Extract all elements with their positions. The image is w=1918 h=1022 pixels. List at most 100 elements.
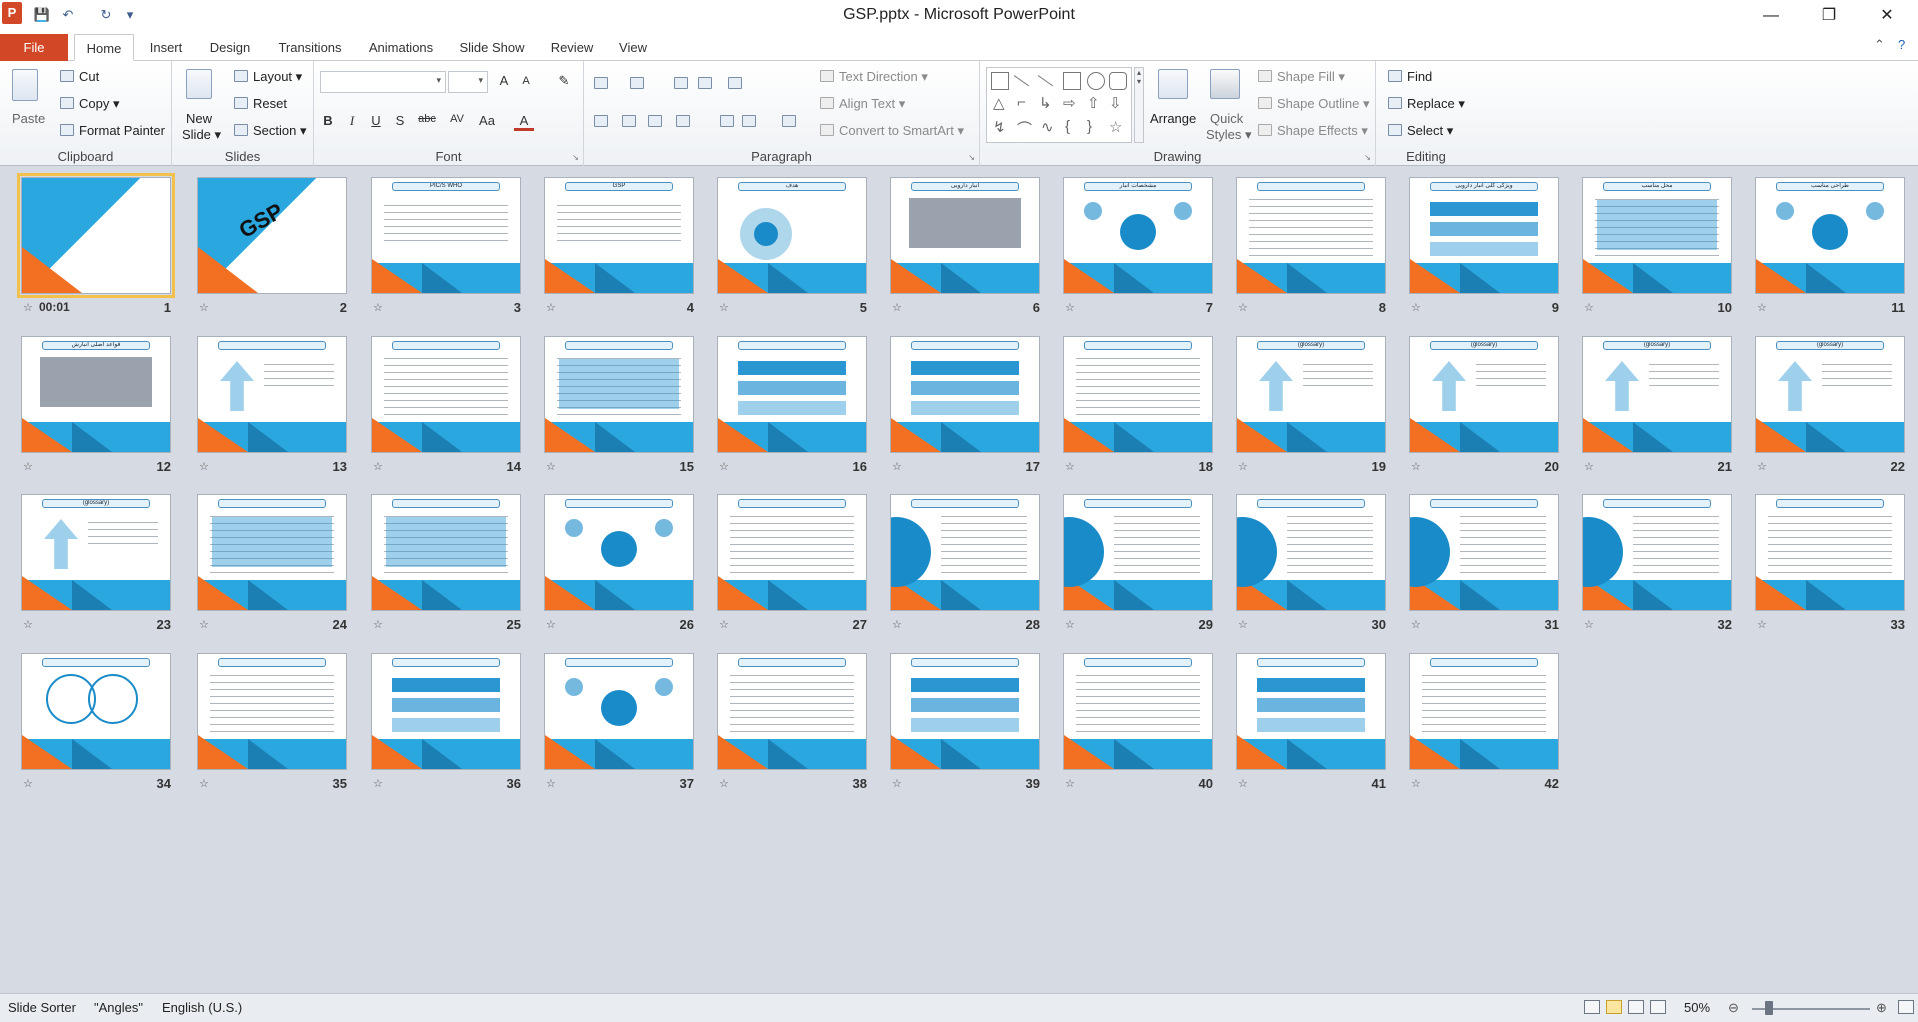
brace-left-icon[interactable]: {: [1065, 118, 1070, 135]
layout-button[interactable]: Layout ▾: [234, 69, 302, 85]
slide-thumbnail[interactable]: [1755, 494, 1905, 611]
copy-button[interactable]: Copy ▾: [60, 96, 120, 112]
quick-styles-button[interactable]: Quick: [1210, 111, 1243, 126]
transition-star-icon[interactable]: ☆: [546, 777, 556, 790]
arrange-icon[interactable]: [1158, 69, 1188, 99]
save-icon[interactable]: 💾: [32, 5, 52, 25]
elbow-connector-icon[interactable]: ⌐: [1017, 94, 1026, 111]
slide-thumbnail[interactable]: [1063, 494, 1213, 611]
paste-icon[interactable]: [12, 69, 38, 101]
new-slide-button-line2[interactable]: Slide ▾: [182, 127, 221, 143]
slide-thumbnail[interactable]: [17, 173, 175, 298]
slide-thumbnail[interactable]: [1236, 494, 1386, 611]
transition-star-icon[interactable]: ☆: [23, 460, 33, 473]
quick-styles-icon[interactable]: [1210, 69, 1240, 99]
rounded-rect-shape-icon[interactable]: [1109, 72, 1127, 90]
arrow-line-shape-icon[interactable]: [1037, 67, 1059, 87]
replace-button[interactable]: Replace ▾: [1388, 96, 1465, 112]
textbox-shape-icon[interactable]: [991, 72, 1009, 90]
block-arrow-icon[interactable]: ⇨: [1063, 94, 1076, 112]
clear-formatting-button[interactable]: ✎: [554, 73, 574, 89]
slide-thumbnail[interactable]: [371, 336, 521, 453]
slide-thumbnail[interactable]: [1236, 177, 1386, 294]
transition-star-icon[interactable]: ☆: [23, 618, 33, 631]
transition-star-icon[interactable]: ☆: [373, 618, 383, 631]
tab-design[interactable]: Design: [200, 34, 260, 61]
slide-thumbnail[interactable]: [1236, 653, 1386, 770]
slide-thumbnail[interactable]: ویژگی کلی انبار دارویی: [1409, 177, 1559, 294]
bold-button[interactable]: B: [318, 113, 338, 128]
tab-transitions[interactable]: Transitions: [270, 34, 350, 61]
columns-icon[interactable]: [782, 115, 796, 127]
transition-star-icon[interactable]: ☆: [892, 777, 902, 790]
slide-thumbnail[interactable]: مشخصات انبار: [1063, 177, 1213, 294]
slide-thumbnail[interactable]: [1063, 653, 1213, 770]
slide-thumbnail[interactable]: (glossary): [1755, 336, 1905, 453]
powerpoint-logo-icon[interactable]: P: [2, 2, 22, 24]
font-name-select[interactable]: ▾: [320, 71, 446, 93]
curve-icon[interactable]: ↯: [993, 118, 1006, 136]
transition-star-icon[interactable]: ☆: [23, 301, 33, 314]
theme-status[interactable]: "Angles": [94, 1000, 143, 1015]
slide-thumbnail[interactable]: [544, 336, 694, 453]
paste-button[interactable]: Paste: [12, 111, 45, 126]
format-painter-button[interactable]: Format Painter: [60, 123, 165, 138]
decrease-indent-icon[interactable]: [674, 77, 688, 89]
transition-star-icon[interactable]: ☆: [1584, 301, 1594, 314]
redo-icon[interactable]: ↻: [96, 5, 116, 25]
triangle-shape-icon[interactable]: △: [993, 94, 1005, 112]
tab-home[interactable]: Home: [74, 34, 134, 61]
slide-thumbnail[interactable]: [544, 653, 694, 770]
transition-star-icon[interactable]: ☆: [1411, 777, 1421, 790]
star-shape-icon[interactable]: ☆: [1109, 118, 1122, 136]
customize-qat-icon[interactable]: ▾: [120, 5, 140, 25]
transition-star-icon[interactable]: ☆: [1065, 618, 1075, 631]
slide-thumbnail[interactable]: (glossary): [1236, 336, 1386, 453]
slide-thumbnail[interactable]: قواعد اصلی انبارش: [21, 336, 171, 453]
transition-star-icon[interactable]: ☆: [719, 460, 729, 473]
arrange-button[interactable]: Arrange: [1150, 111, 1196, 126]
zoom-slider-thumb[interactable]: [1765, 1001, 1773, 1015]
slide-thumbnail[interactable]: (glossary): [1582, 336, 1732, 453]
brace-right-icon[interactable]: }: [1087, 118, 1092, 135]
slide-thumbnail[interactable]: GSP: [544, 177, 694, 294]
transition-star-icon[interactable]: ☆: [1757, 301, 1767, 314]
transition-star-icon[interactable]: ☆: [199, 301, 209, 314]
transition-star-icon[interactable]: ☆: [1238, 618, 1248, 631]
slide-thumbnail[interactable]: [1409, 653, 1559, 770]
cut-button[interactable]: Cut: [60, 69, 99, 84]
slide-thumbnail[interactable]: [371, 653, 521, 770]
close-button[interactable]: ✕: [1864, 0, 1910, 32]
numbering-icon[interactable]: [630, 77, 644, 89]
character-spacing-button[interactable]: AV: [444, 113, 470, 125]
slide-thumbnail[interactable]: [890, 494, 1040, 611]
slide-thumbnail[interactable]: [371, 494, 521, 611]
shape-effects-button[interactable]: Shape Effects ▾: [1258, 123, 1368, 139]
normal-view-icon[interactable]: [1584, 1000, 1600, 1014]
bullets-icon[interactable]: [594, 77, 608, 89]
line-spacing-icon[interactable]: [728, 77, 742, 89]
align-right-icon[interactable]: [648, 115, 662, 127]
undo-icon[interactable]: ↶: [58, 5, 78, 25]
transition-star-icon[interactable]: ☆: [1584, 460, 1594, 473]
slide-thumbnail[interactable]: محل مناسب: [1582, 177, 1732, 294]
slide-thumbnail[interactable]: [197, 494, 347, 611]
line-shape-icon[interactable]: [1013, 67, 1035, 87]
transition-star-icon[interactable]: ☆: [199, 777, 209, 790]
rectangle-shape-icon[interactable]: [1063, 72, 1081, 90]
new-slide-icon[interactable]: [186, 69, 212, 99]
transition-star-icon[interactable]: ☆: [892, 301, 902, 314]
slide-thumbnail[interactable]: [717, 653, 867, 770]
tab-review[interactable]: Review: [544, 34, 600, 61]
slide-thumbnail[interactable]: (glossary): [21, 494, 171, 611]
zoom-out-icon[interactable]: ⊖: [1728, 1000, 1739, 1016]
change-case-button[interactable]: Aa: [474, 113, 500, 128]
transition-star-icon[interactable]: ☆: [1238, 460, 1248, 473]
rtl-icon[interactable]: [720, 115, 734, 127]
transition-star-icon[interactable]: ☆: [1238, 777, 1248, 790]
shapes-gallery-scroll[interactable]: ▴ ▾: [1134, 67, 1144, 143]
transition-star-icon[interactable]: ☆: [546, 618, 556, 631]
strikethrough-button[interactable]: abc: [414, 113, 440, 125]
transition-star-icon[interactable]: ☆: [1757, 618, 1767, 631]
increase-indent-icon[interactable]: [698, 77, 712, 89]
